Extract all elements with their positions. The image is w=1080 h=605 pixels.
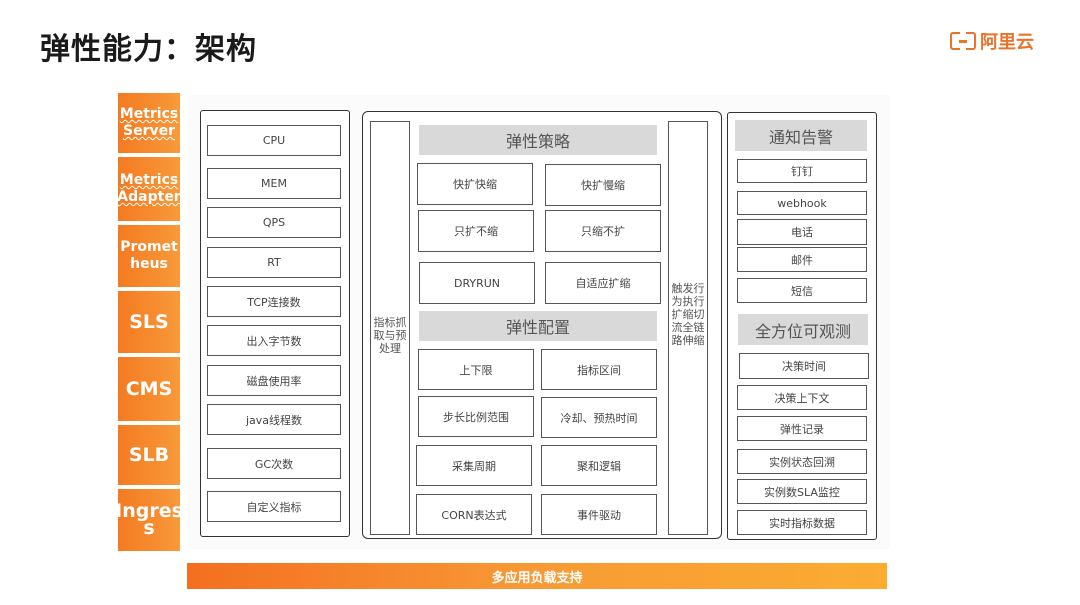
notify-header: 通知告警 (735, 120, 867, 151)
notify-phone: 电话 (737, 219, 867, 245)
config-collect-period: 采集周期 (416, 445, 532, 486)
observe-decision-time: 决策时间 (739, 353, 869, 379)
source-prometheus: Promet heus (118, 225, 180, 287)
metric-mem: MEM (207, 168, 341, 199)
config-step-ratio: 步长比例范围 (418, 396, 534, 437)
metric-gc-count: GC次数 (207, 448, 341, 479)
metric-rt: RT (207, 247, 341, 278)
elastic-core: 指标抓取与预处理 触发行为执行扩缩切流全链路伸缩 弹性策略 快扩快缩 快扩慢缩 … (362, 111, 722, 539)
trigger-execution-bar: 触发行为执行扩缩切流全链路伸缩 (668, 121, 708, 535)
notify-dingtalk: 钉钉 (737, 159, 867, 183)
logo-text: 阿里云 (980, 32, 1034, 53)
strategy-header: 弹性策略 (419, 125, 657, 155)
config-limits: 上下限 (418, 349, 534, 390)
config-header: 弹性配置 (419, 311, 657, 341)
page-title: 弹性能力：架构 (40, 32, 257, 67)
metric-bytes-in-out: 出入字节数 (207, 325, 341, 356)
source-metrics-server: Metrics Server (118, 93, 180, 153)
observe-instance-sla: 实例数SLA监控 (737, 479, 867, 504)
metric-custom: 自定义指标 (207, 491, 341, 522)
strategy-fast-up-slow-down: 快扩慢缩 (545, 164, 661, 206)
alibaba-cloud-logo: 阿里云 (950, 28, 1034, 54)
source-slb: SLB (118, 425, 180, 485)
notify-webhook: webhook (737, 191, 867, 215)
metric-fetch-preprocess-bar: 指标抓取与预处理 (370, 121, 410, 535)
strategy-dryrun: DRYRUN (419, 262, 535, 304)
metrics-column: CPU MEM QPS RT TCP连接数 出入字节数 磁盘使用率 java线程… (200, 110, 350, 537)
source-cms: CMS (118, 357, 180, 421)
alibaba-cloud-logo-icon (950, 32, 976, 50)
strategy-up-only: 只扩不缩 (418, 210, 534, 252)
config-metric-range: 指标区间 (541, 349, 657, 390)
metric-qps: QPS (207, 207, 341, 238)
observe-elastic-records: 弹性记录 (737, 416, 867, 441)
strategy-adaptive: 自适应扩缩 (545, 262, 661, 304)
source-ingress: Ingres s (115, 489, 183, 551)
metric-java-threads: java线程数 (207, 404, 341, 435)
source-metrics-adapter: Metrics Adapter (117, 157, 181, 221)
data-sources: Metrics Server Metrics Adapter Promet he… (115, 93, 183, 555)
metric-cpu: CPU (207, 125, 341, 156)
observe-realtime-metrics: 实时指标数据 (737, 510, 867, 535)
config-cooldown-warmup: 冷却、预热时间 (541, 397, 657, 438)
notify-sms: 短信 (737, 278, 867, 303)
config-aggregation-logic: 聚和逻辑 (541, 445, 657, 486)
notify-email: 邮件 (737, 247, 867, 272)
strategy-down-only: 只缩不扩 (545, 210, 661, 252)
observe-instance-state-trace: 实例状态回溯 (737, 449, 867, 474)
source-sls: SLS (118, 291, 180, 353)
multi-app-workload-bar: 多应用负载支持 (187, 563, 887, 589)
observe-header: 全方位可观测 (738, 314, 868, 345)
config-cron-expression: CORN表达式 (416, 494, 532, 535)
metric-tcp-connections: TCP连接数 (207, 286, 341, 317)
metric-disk-usage: 磁盘使用率 (207, 365, 341, 396)
config-event-driven: 事件驱动 (541, 494, 657, 535)
observe-decision-context: 决策上下文 (737, 385, 867, 410)
strategy-fast-up-fast-down: 快扩快缩 (417, 163, 533, 205)
notify-observe-column: 通知告警 钉钉 webhook 电话 邮件 短信 全方位可观测 决策时间 决策上… (727, 112, 877, 540)
